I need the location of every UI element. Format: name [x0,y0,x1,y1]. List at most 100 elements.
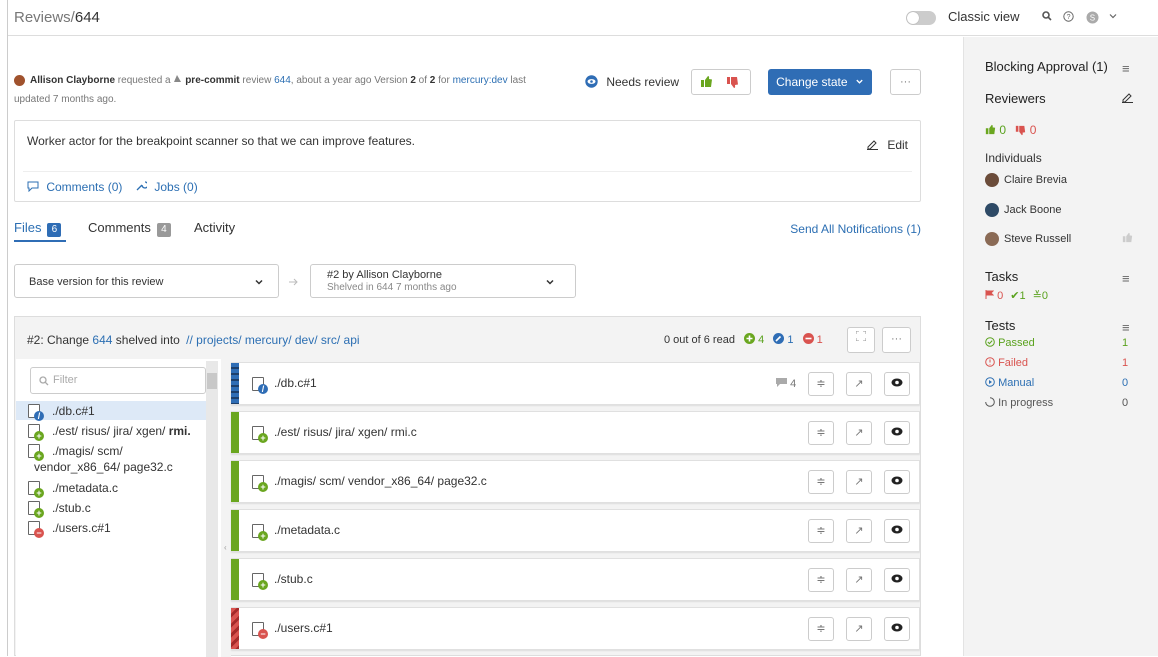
added-icon [744,333,756,344]
open-file-button[interactable]: ↗ [846,470,872,494]
description-comments-link[interactable]: Comments (0) [27,180,122,194]
tab-comments[interactable]: Comments 4 [88,220,171,237]
edit-label: Edit [887,138,908,152]
list-icon[interactable]: ≡ [1122,320,1130,335]
tests-heading: Tests [985,318,1016,333]
test-failed[interactable]: Failed [985,357,1028,369]
tree-item[interactable]: + ./stub.c [16,500,206,518]
vote-down-button[interactable] [726,76,739,92]
jobs-link-label: Jobs (0) [154,180,198,194]
svg-text:?: ? [1067,14,1071,21]
pencil-icon[interactable] [1122,91,1133,106]
test-passed[interactable]: Passed [985,337,1035,349]
test-in-progress[interactable]: In progress [985,397,1053,409]
diff-options-button[interactable]: ≑ [808,617,834,641]
author-name[interactable]: Allison Clayborne [30,75,115,86]
description-text: Worker actor for the breakpoint scanner … [27,134,415,148]
open-file-button[interactable]: ↗ [846,421,872,445]
classic-view-toggle[interactable] [906,11,936,25]
file-comment-count[interactable]: 4 [776,378,796,390]
diff-options-button[interactable]: ≑ [808,421,834,445]
change-path-link[interactable]: // projects/ mercury/ dev/ src/ api [186,333,359,347]
base-version-value: Base version for this review [29,276,164,288]
open-file-button[interactable]: ↗ [846,617,872,641]
read-count: 0 out of 6 read [664,334,735,346]
tree-filter-input[interactable]: Filter [30,367,206,394]
test-in-progress-count: 0 [1122,397,1129,409]
mark-read-button[interactable] [884,568,910,592]
avatar [985,232,999,246]
diff-options-button[interactable]: ≑ [808,470,834,494]
breadcrumb-section[interactable]: Reviews/ [14,9,75,26]
user-avatar-icon[interactable]: S [1086,11,1099,27]
edit-button[interactable]: Edit [866,138,908,152]
mark-read-button[interactable] [884,372,910,396]
target-version-select[interactable]: #2 by Allison Clayborne Shelved in 644 7… [310,264,576,298]
vote-up-button[interactable] [700,75,713,91]
req-text: last [510,75,526,86]
tree-item-path: ./ [52,501,59,515]
change-state-button[interactable]: Change state [768,69,872,95]
thumbs-up-icon [985,124,996,135]
tree-scrollbar[interactable] [206,361,218,657]
reviewer-item[interactable]: Steve Russell [985,232,1071,246]
panel-more-button[interactable]: ··· [882,327,911,353]
reviewer-item[interactable]: Jack Boone [985,203,1061,217]
eye-icon [585,75,598,88]
file-row[interactable]: − ./users.c#1 ≑ ↗ [231,607,920,650]
help-icon[interactable]: ? [1063,11,1074,25]
tree-item[interactable]: + ./metadata.c [16,480,206,498]
comments-count-badge: 4 [156,223,171,237]
file-name: metadata.c [280,523,341,537]
diff-options-button[interactable]: ≑ [808,519,834,543]
tree-item[interactable]: / ./db.c#1 [16,401,206,421]
tree-item-name: rmi. [168,424,191,438]
mark-read-button[interactable] [884,470,910,494]
change-number-link[interactable]: 644 [92,333,112,347]
diff-options-button[interactable]: ≑ [808,568,834,592]
send-notifications-link[interactable]: Send All Notifications (1) [790,222,921,236]
reviewer-item[interactable]: Claire Brevia [985,173,1067,187]
file-row[interactable]: + ./metadata.c ≑ ↗ [231,509,920,552]
diff-options-button[interactable]: ≑ [808,372,834,396]
eye-icon [891,525,903,534]
file-name: rmi.c [390,425,417,439]
file-path: ./est/ risus/ jira/ xgen/ [274,425,388,439]
tree-item[interactable]: − ./users.c#1 [16,520,206,538]
chevron-down-icon[interactable] [1108,11,1118,24]
read-summary: 0 out of 6 read 4 1 1 [664,333,823,346]
open-file-button[interactable]: ↗ [846,372,872,396]
tab-files[interactable]: Files 6 [14,220,62,237]
review-type: pre-commit [185,75,240,86]
file-row[interactable]: + ./stub.c ≑ ↗ [231,558,920,601]
flag-icon [985,290,995,299]
list-icon[interactable]: ≡ [1122,61,1130,76]
branch-link[interactable]: mercury:dev [453,75,508,86]
change-mid-text: shelved into [115,333,180,347]
file-row[interactable]: / ./db.c#1 4 ≑ ↗ [231,362,920,405]
file-row[interactable]: + ./magis/ scm/ vendor_x86_64/ page32.c … [231,460,920,503]
open-file-button[interactable]: ↗ [846,519,872,543]
tree-item-name: metadata.c [58,481,119,495]
expand-button[interactable] [847,327,875,353]
description-jobs-link[interactable]: Jobs (0) [135,180,198,194]
base-version-select[interactable]: Base version for this review [14,264,279,298]
mark-read-button[interactable] [884,421,910,445]
tree-item[interactable]: + ./est/ risus/ jira/ xgen/ rmi. [16,423,206,441]
pane-splitter[interactable]: ‹ [221,359,231,657]
search-icon[interactable] [1042,11,1052,24]
tab-activity[interactable]: Activity [194,220,235,235]
review-link[interactable]: 644 [274,75,291,86]
version-number: 2 [410,75,416,86]
file-row[interactable]: + ./est/ risus/ jira/ xgen/ rmi.c ≑ ↗ [231,411,920,454]
mark-read-button[interactable] [884,519,910,543]
more-actions-button[interactable]: ··· [890,69,921,95]
reviewers-heading: Reviewers [985,91,1046,106]
mark-read-button[interactable] [884,617,910,641]
tree-item-name: page32.c [123,460,173,474]
open-file-button[interactable]: ↗ [846,568,872,592]
tree-item[interactable]: + ./magis/ scm/vendor_x86_64/ page32.c [16,443,206,475]
breadcrumb: Reviews/644 [14,9,100,26]
list-icon[interactable]: ≡ [1122,271,1130,286]
test-manual[interactable]: Manual [985,377,1034,389]
